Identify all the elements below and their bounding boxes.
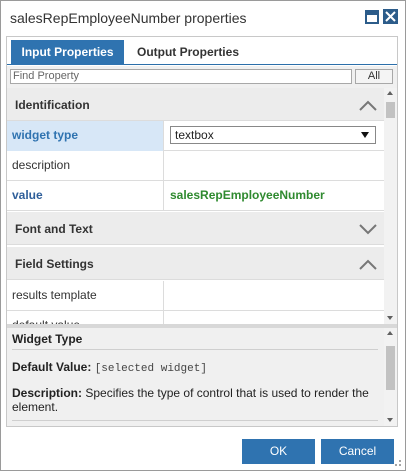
properties-panel: Input Properties Output Properties Find … <box>6 36 398 427</box>
section-label: Font and Text <box>15 222 93 236</box>
help-title: Widget Type <box>12 332 83 346</box>
help-pane: Widget Type Default Value: [selected wid… <box>7 328 384 426</box>
select-value: textbox <box>175 128 214 142</box>
section-font-and-text[interactable]: Font and Text <box>7 212 384 245</box>
close-icon[interactable] <box>383 9 398 24</box>
tab-output-properties[interactable]: Output Properties <box>125 40 251 65</box>
chevron-up-icon[interactable] <box>359 258 377 270</box>
section-label: Field Settings <box>15 257 94 271</box>
restore-icon[interactable] <box>365 10 379 24</box>
property-name: results template <box>7 281 164 311</box>
all-button[interactable]: All <box>355 69 393 84</box>
scroll-thumb[interactable] <box>386 102 395 118</box>
property-row-default-value[interactable]: default value <box>7 311 384 324</box>
property-row-value[interactable]: value salesRepEmployeeNumber <box>7 181 384 211</box>
property-name: widget type <box>7 121 164 151</box>
property-value[interactable] <box>165 151 383 181</box>
chevron-down-icon[interactable] <box>359 223 377 235</box>
chevron-up-icon[interactable] <box>359 99 377 111</box>
help-scrollbar[interactable] <box>384 328 397 426</box>
section-field-settings[interactable]: Field Settings <box>7 247 384 280</box>
title-bar[interactable]: salesRepEmployeeNumber properties <box>1 1 405 35</box>
property-value[interactable] <box>165 311 383 324</box>
ok-button[interactable]: OK <box>242 439 315 464</box>
tab-input-properties[interactable]: Input Properties <box>11 40 124 65</box>
divider <box>12 420 378 421</box>
widget-type-select[interactable]: textbox <box>170 126 376 144</box>
properties-dialog: salesRepEmployeeNumber properties Input … <box>0 0 406 471</box>
property-name: default value <box>7 311 164 324</box>
scroll-up-icon[interactable] <box>387 331 393 335</box>
scroll-down-icon[interactable] <box>387 418 393 422</box>
section-label: Identification <box>15 98 90 112</box>
tab-bar: Input Properties Output Properties <box>7 37 397 65</box>
property-row-widget-type[interactable]: widget type textbox <box>7 121 384 151</box>
dropdown-arrow-icon <box>361 132 369 138</box>
cancel-button[interactable]: Cancel <box>321 439 394 464</box>
property-name: description <box>7 151 164 181</box>
property-row-description[interactable]: description <box>7 151 384 181</box>
help-default-value: Default Value: [selected widget] <box>12 360 207 375</box>
property-name: value <box>7 181 164 211</box>
property-value[interactable]: salesRepEmployeeNumber <box>165 181 383 211</box>
description-label: Description: <box>12 386 83 400</box>
grid-scrollbar[interactable] <box>384 88 397 324</box>
default-value-label: Default Value: <box>12 360 92 374</box>
divider <box>12 349 378 350</box>
scroll-up-icon[interactable] <box>387 91 393 95</box>
property-grid: Identification widget type textbox descr… <box>7 88 384 324</box>
resize-grip-icon[interactable] <box>392 457 402 467</box>
scroll-down-icon[interactable] <box>387 316 393 320</box>
property-value[interactable] <box>165 281 383 311</box>
section-identification[interactable]: Identification <box>7 88 384 121</box>
default-value-text: [selected widget] <box>94 363 207 375</box>
search-row: Find Property All <box>7 66 397 88</box>
property-row-results-template[interactable]: results template <box>7 281 384 311</box>
help-description: Description: Specifies the type of contr… <box>12 386 376 414</box>
find-property-input[interactable]: Find Property <box>10 69 352 84</box>
dialog-title: salesRepEmployeeNumber properties <box>10 10 247 26</box>
scroll-thumb[interactable] <box>386 346 395 390</box>
